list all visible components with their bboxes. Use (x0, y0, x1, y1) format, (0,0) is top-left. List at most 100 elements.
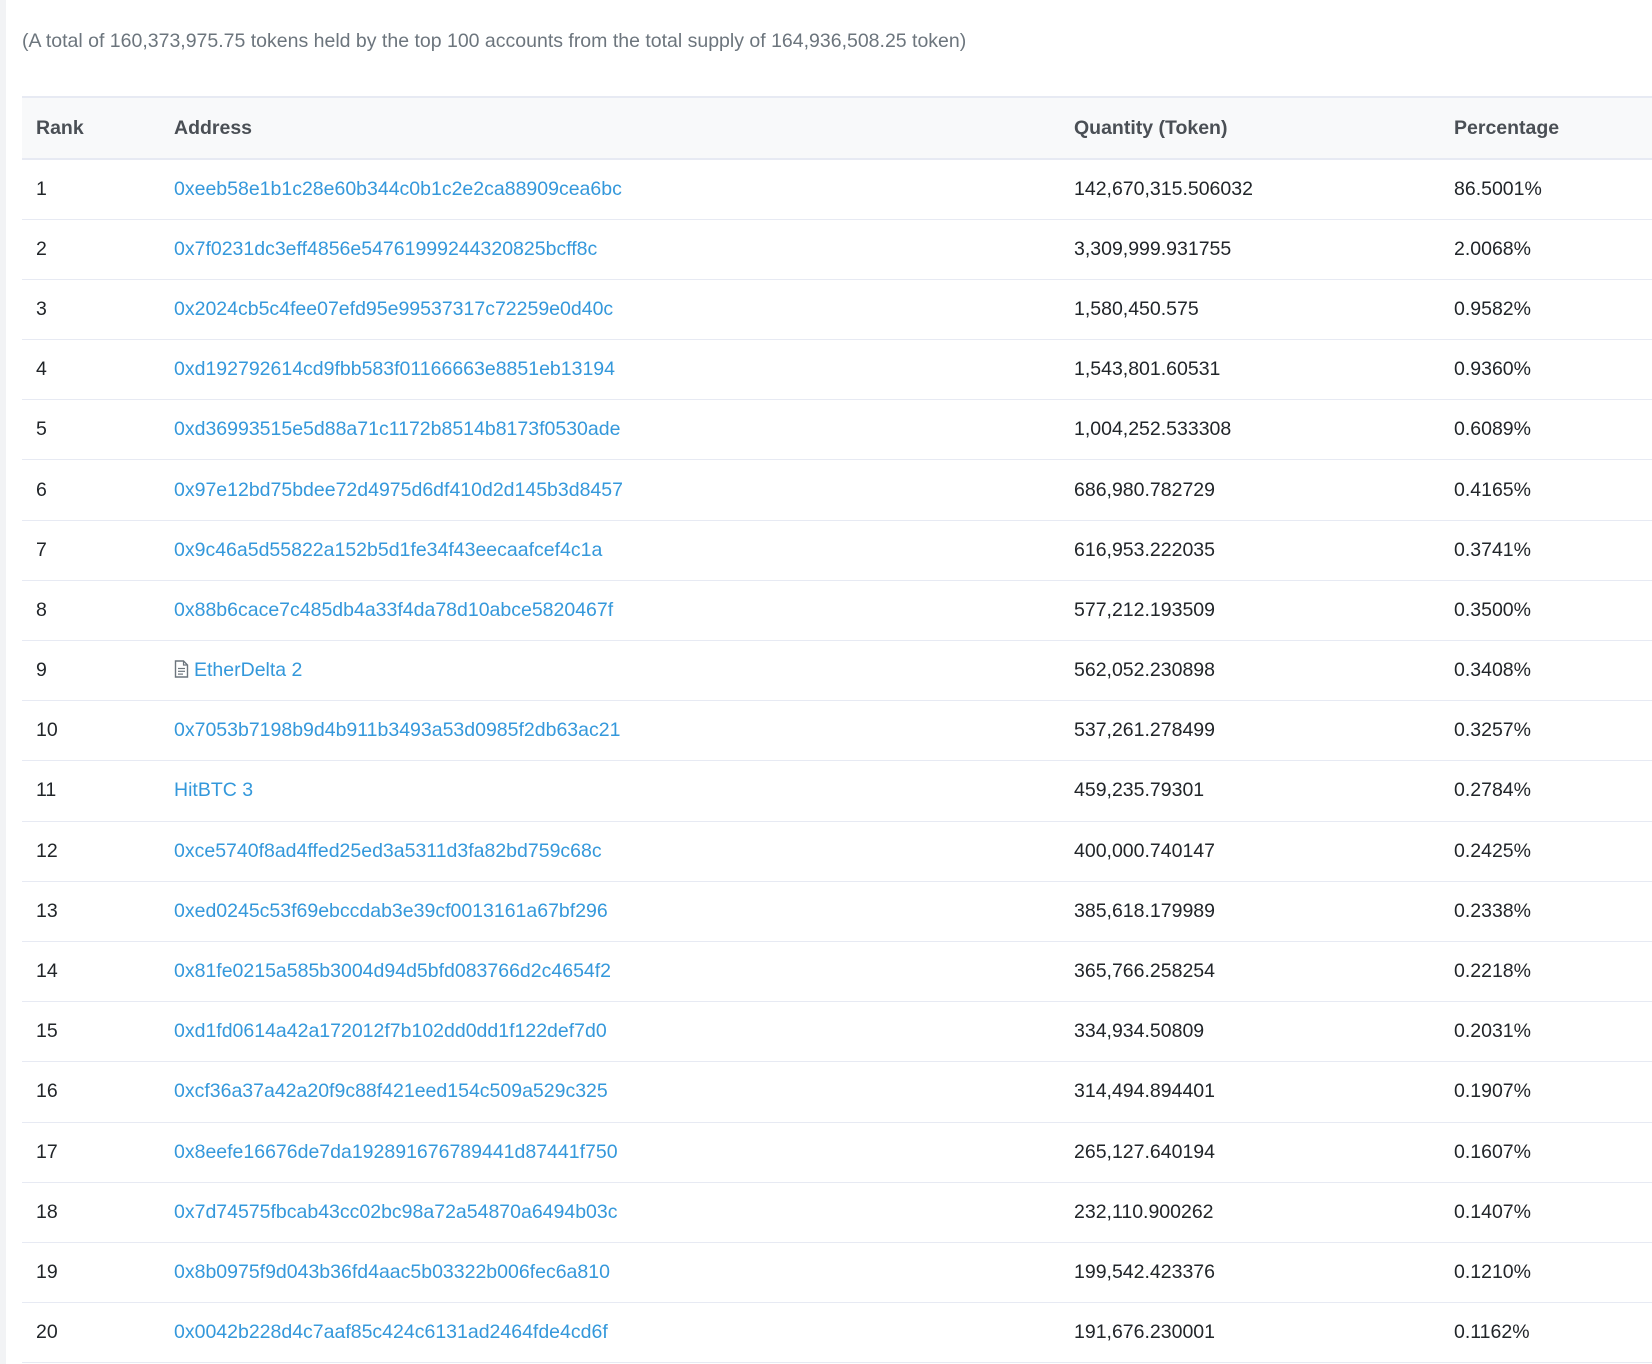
contract-document-icon (174, 660, 189, 678)
quantity-cell: 1,580,450.575 (1074, 297, 1199, 320)
rank-cell: 2 (36, 237, 47, 260)
quantity-cell: 199,542.423376 (1074, 1260, 1215, 1283)
holder-address-link[interactable]: 0x9c46a5d55822a152b5d1fe34f43eecaafcef4c… (174, 539, 602, 561)
quantity-cell: 334,934.50809 (1074, 1020, 1205, 1043)
address-cell: 0x88b6cace7c485db4a33f4da78d10abce582046… (174, 580, 1074, 640)
rank-cell: 20 (36, 1321, 58, 1344)
rank-cell: 10 (36, 719, 58, 742)
holder-address-link[interactable]: 0x7d74575fbcab43cc02bc98a72a54870a6494b0… (174, 1201, 618, 1223)
quantity-cell: 616,953.222035 (1074, 538, 1215, 561)
rank-cell: 1 (36, 177, 47, 200)
rank-cell: 11 (36, 779, 57, 802)
percentage-cell: 0.3257% (1454, 719, 1531, 742)
quantity-cell: 577,212.193509 (1074, 598, 1215, 621)
holder-address-link[interactable]: 0xd36993515e5d88a71c1172b8514b8173f0530a… (174, 418, 620, 440)
percentage-cell: 0.2425% (1454, 839, 1531, 862)
table-row: 5 0xd36993515e5d88a71c1172b8514b8173f0530… (22, 400, 1652, 460)
address-cell: HitBTC 3 (174, 761, 1074, 821)
column-header-rank: Rank (36, 116, 84, 139)
address-cell: 0xd1fd0614a42a172012f7b102dd0dd1f122def7… (174, 1002, 1074, 1062)
table-row: 1 0xeeb58e1b1c28e60b344c0b1c2e2ca88909cea… (22, 159, 1652, 220)
address-cell: 0xed0245c53f69ebccdab3e39cf0013161a67bf2… (174, 881, 1074, 941)
quantity-cell: 400,000.740147 (1074, 839, 1215, 862)
percentage-cell: 0.6089% (1454, 418, 1531, 441)
address-cell: 0xeeb58e1b1c28e60b344c0b1c2e2ca88909cea6… (174, 159, 1074, 219)
address-cell: 0xcf36a37a42a20f9c88f421eed154c509a529c3… (174, 1062, 1074, 1122)
rank-cell: 13 (36, 899, 58, 922)
holder-address-link[interactable]: 0x7f0231dc3eff4856e54761999244320825bcff… (174, 238, 597, 260)
percentage-cell: 86.5001% (1454, 177, 1542, 200)
address-cell: 0x97e12bd75bdee72d4975d6df410d2d145b3d84… (174, 460, 1074, 520)
table-row: 16 0xcf36a37a42a20f9c88f421eed154c509a529… (22, 1062, 1652, 1122)
percentage-cell: 0.3408% (1454, 659, 1531, 682)
holders-summary: (A total of 160,373,975.75 tokens held b… (22, 30, 967, 52)
holder-address-link[interactable]: 0xce5740f8ad4ffed25ed3a5311d3fa82bd759c6… (174, 840, 602, 862)
rank-cell: 3 (36, 297, 47, 320)
holder-address-link[interactable]: 0xeeb58e1b1c28e60b344c0b1c2e2ca88909cea6… (174, 178, 622, 200)
rank-cell: 12 (36, 839, 58, 862)
holder-address-link[interactable]: 0xed0245c53f69ebccdab3e39cf0013161a67bf2… (174, 900, 608, 922)
address-cell: 0x81fe0215a585b3004d94d5bfd083766d2c4654… (174, 941, 1074, 1001)
percentage-cell: 0.1210% (1454, 1260, 1531, 1283)
token-holders-page: (A total of 160,373,975.75 tokens held b… (0, 0, 1652, 1364)
address-cell: 0xd36993515e5d88a71c1172b8514b8173f0530a… (174, 400, 1074, 460)
percentage-cell: 0.1407% (1454, 1200, 1531, 1223)
address-cell: 0xd192792614cd9fbb583f01166663e8851eb131… (174, 340, 1074, 400)
quantity-cell: 1,543,801.60531 (1074, 358, 1221, 381)
column-header-quantity: Quantity (Token) (1074, 116, 1228, 139)
quantity-cell: 686,980.782729 (1074, 478, 1215, 501)
table-row: 4 0xd192792614cd9fbb583f01166663e8851eb13… (22, 340, 1652, 400)
address-cell: 0x9c46a5d55822a152b5d1fe34f43eecaafcef4c… (174, 520, 1074, 580)
percentage-cell: 0.2031% (1454, 1020, 1531, 1043)
holder-address-link[interactable]: HitBTC 3 (174, 779, 253, 801)
rank-cell: 18 (36, 1200, 58, 1223)
address-cell: 0x7053b7198b9d4b911b3493a53d0985f2db63ac… (174, 701, 1074, 761)
holder-address-link[interactable]: 0x8b0975f9d043b36fd4aac5b03322b006fec6a8… (174, 1261, 610, 1283)
quantity-cell: 265,127.640194 (1074, 1140, 1215, 1163)
table-row: 12 0xce5740f8ad4ffed25ed3a5311d3fa82bd759… (22, 821, 1652, 882)
rank-cell: 19 (36, 1260, 58, 1283)
holder-address-link[interactable]: 0x8eefe16676de7da192891676789441d87441f7… (174, 1141, 618, 1163)
percentage-cell: 2.0068% (1454, 237, 1531, 260)
table-header: Rank Address Quantity (Token) Percentage (22, 97, 1652, 159)
column-header-percentage: Percentage (1454, 116, 1560, 139)
quantity-cell: 365,766.258254 (1074, 960, 1215, 983)
holder-address-link[interactable]: 0x88b6cace7c485db4a33f4da78d10abce582046… (174, 599, 613, 621)
table-row: 19 0x8b0975f9d043b36fd4aac5b03322b006fec6… (22, 1242, 1652, 1303)
percentage-cell: 0.2338% (1454, 899, 1531, 922)
quantity-cell: 537,261.278499 (1074, 719, 1215, 742)
quantity-cell: 3,309,999.931755 (1074, 237, 1232, 260)
holder-address-link[interactable]: 0xcf36a37a42a20f9c88f421eed154c509a529c3… (174, 1080, 608, 1102)
table-row: 3 0x2024cb5c4fee07efd95e99537317c72259e0d… (22, 279, 1652, 340)
rank-cell: 4 (36, 358, 47, 381)
table-row: 10 0x7053b7198b9d4b911b3493a53d0985f2db63… (22, 701, 1652, 761)
table-row: 18 0x7d74575fbcab43cc02bc98a72a54870a6494… (22, 1182, 1652, 1243)
rank-cell: 16 (36, 1080, 58, 1103)
table-row: 20 0x0042b228d4c7aaf85c424c6131ad2464fde4… (22, 1303, 1652, 1363)
holder-address-link[interactable]: EtherDelta 2 (194, 659, 302, 681)
percentage-cell: 0.2784% (1454, 779, 1531, 802)
address-cell: EtherDelta 2 (174, 641, 1074, 701)
quantity-cell: 385,618.179989 (1074, 899, 1215, 922)
table-body: 1 0xeeb58e1b1c28e60b344c0b1c2e2ca88909cea… (22, 159, 1652, 1363)
holder-address-link[interactable]: 0x97e12bd75bdee72d4975d6df410d2d145b3d84… (174, 479, 623, 501)
holder-address-link[interactable]: 0xd1fd0614a42a172012f7b102dd0dd1f122def7… (174, 1020, 607, 1042)
rank-cell: 6 (36, 478, 47, 501)
column-header-address: Address (174, 116, 253, 139)
address-cell: 0x0042b228d4c7aaf85c424c6131ad2464fde4cd… (174, 1303, 1074, 1363)
holder-address-link[interactable]: 0xd192792614cd9fbb583f01166663e8851eb131… (174, 358, 615, 380)
table-row: 14 0x81fe0215a585b3004d94d5bfd083766d2c46… (22, 941, 1652, 1002)
address-cell: 0x8eefe16676de7da192891676789441d87441f7… (174, 1122, 1074, 1182)
holder-address-link[interactable]: 0x0042b228d4c7aaf85c424c6131ad2464fde4cd… (174, 1321, 608, 1343)
quantity-cell: 191,676.230001 (1074, 1321, 1215, 1344)
holder-address-link[interactable]: 0x7053b7198b9d4b911b3493a53d0985f2db63ac… (174, 719, 620, 741)
rank-cell: 9 (36, 659, 47, 682)
holder-address-link[interactable]: 0x2024cb5c4fee07efd95e99537317c72259e0d4… (174, 298, 613, 320)
rank-cell: 15 (36, 1020, 58, 1043)
address-cell: 0xce5740f8ad4ffed25ed3a5311d3fa82bd759c6… (174, 821, 1074, 881)
holder-address-link[interactable]: 0x81fe0215a585b3004d94d5bfd083766d2c4654… (174, 960, 611, 982)
table-row: 11 HitBTC 3 459,235.79301 0.2784% (22, 761, 1652, 822)
rank-cell: 5 (36, 418, 47, 441)
rank-cell: 7 (36, 538, 47, 561)
percentage-cell: 0.4165% (1454, 478, 1531, 501)
